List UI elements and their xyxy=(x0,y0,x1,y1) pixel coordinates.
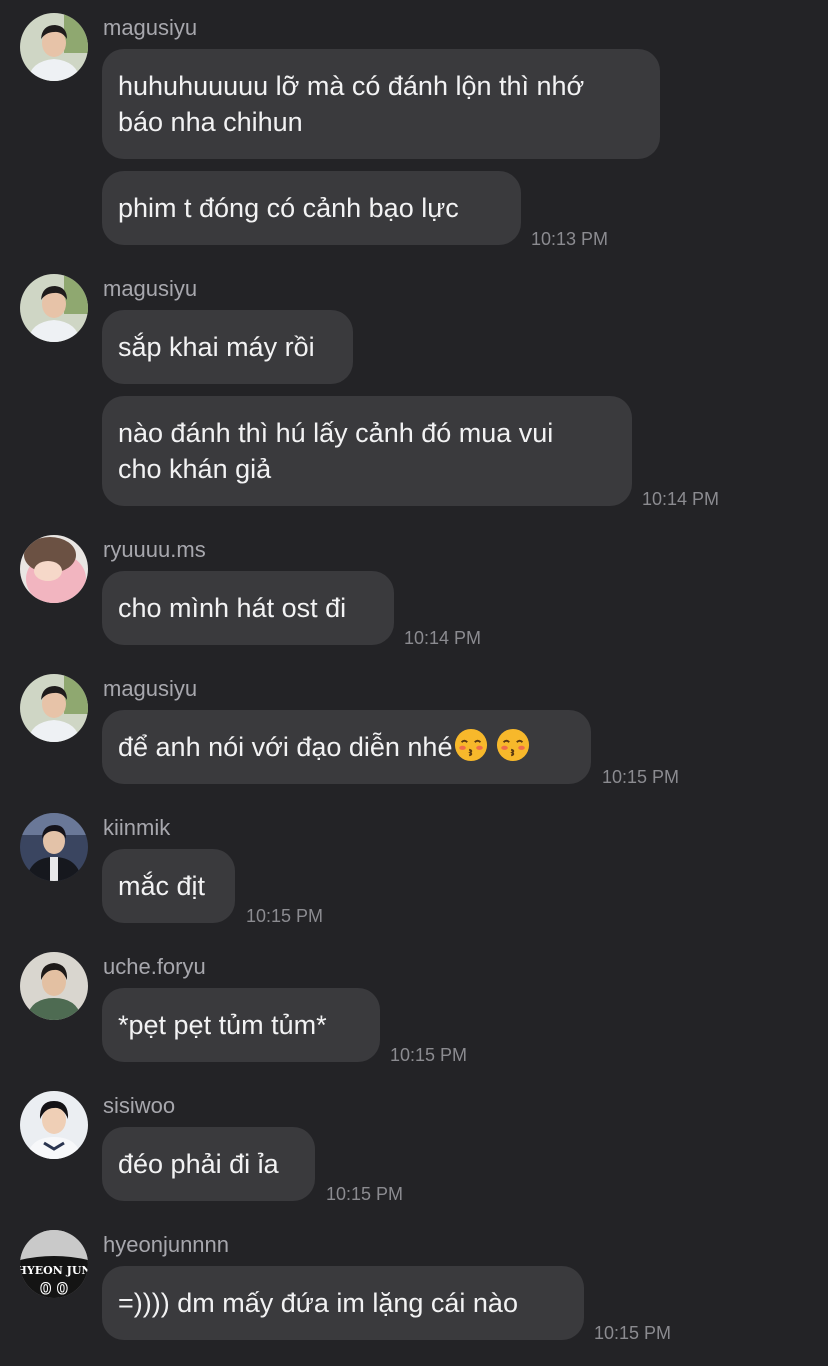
avatar-magusiyu[interactable] xyxy=(20,13,88,81)
message-bubble[interactable]: *pẹt pẹt tủm tủm* xyxy=(102,988,380,1062)
avatar-photo xyxy=(20,1091,88,1159)
message-text: để anh nói với đạo diễn nhé xyxy=(118,732,453,762)
username: ryuuuu.ms xyxy=(103,537,206,562)
message-bubble[interactable]: đéo phải đi ỉa xyxy=(102,1127,315,1201)
username: magusiyu xyxy=(103,15,198,40)
message-bubble[interactable]: để anh nói với đạo diễn nhé xyxy=(102,710,591,784)
avatar-magusiyu[interactable] xyxy=(20,274,88,342)
avatar-photo xyxy=(20,952,88,1020)
timestamp: 10:13 PM xyxy=(531,229,609,249)
message-bubble[interactable]: sắp khai máy rồi xyxy=(102,310,353,384)
message-bubble[interactable]: =)))) dm mấy đứa im lặng cái nào xyxy=(102,1266,584,1340)
avatar-sisiwoo[interactable] xyxy=(20,1091,88,1159)
message-bubble[interactable]: phim t đóng có cảnh bạo lực xyxy=(102,171,521,245)
kissing-face-closed-eyes-emoji xyxy=(455,728,488,762)
timestamp: 10:15 PM xyxy=(326,1184,404,1204)
avatar-hyeonjunnnn[interactable]: HYEON JUN 0 0 xyxy=(20,1230,88,1298)
avatar-kiinmik[interactable] xyxy=(20,813,88,881)
avatar-photo xyxy=(20,535,88,603)
username: magusiyu xyxy=(103,276,198,301)
avatar-uche-foryu[interactable] xyxy=(20,952,88,1020)
message-bubble[interactable]: cho mình hát ost đi xyxy=(102,571,394,645)
timestamp: 10:14 PM xyxy=(404,628,482,648)
avatar-ryuuuu-ms[interactable] xyxy=(20,535,88,603)
avatar-magusiyu[interactable] xyxy=(20,674,88,742)
timestamp: 10:15 PM xyxy=(602,767,680,787)
timestamp: 10:14 PM xyxy=(642,489,720,509)
message-bubble[interactable]: nào đánh thì hú lấy cảnh đó mua vui cho … xyxy=(102,396,632,506)
avatar-photo xyxy=(20,274,88,342)
avatar-jersey-text: HYEON JUN xyxy=(20,1264,88,1277)
avatar-photo xyxy=(20,13,88,81)
username: kiinmik xyxy=(103,815,171,840)
message-bubble[interactable]: huhuhuuuuu lỡ mà có đánh lộn thì nhớ báo… xyxy=(102,49,660,159)
username: hyeonjunnnn xyxy=(103,1232,230,1257)
svg-text:0 0: 0 0 xyxy=(40,1279,68,1298)
username: uche.foryu xyxy=(103,954,206,979)
timestamp: 10:15 PM xyxy=(390,1045,468,1065)
username: sisiwoo xyxy=(103,1093,176,1118)
kissing-face-closed-eyes-emoji xyxy=(497,728,530,762)
timestamp: 10:15 PM xyxy=(594,1323,672,1343)
avatar-photo xyxy=(20,674,88,742)
message-bubble[interactable]: mắc địt xyxy=(102,849,235,923)
avatar-photo: HYEON JUN 0 0 xyxy=(20,1230,88,1298)
timestamp: 10:15 PM xyxy=(246,906,324,926)
avatar-photo xyxy=(20,813,88,881)
username: magusiyu xyxy=(103,676,198,701)
